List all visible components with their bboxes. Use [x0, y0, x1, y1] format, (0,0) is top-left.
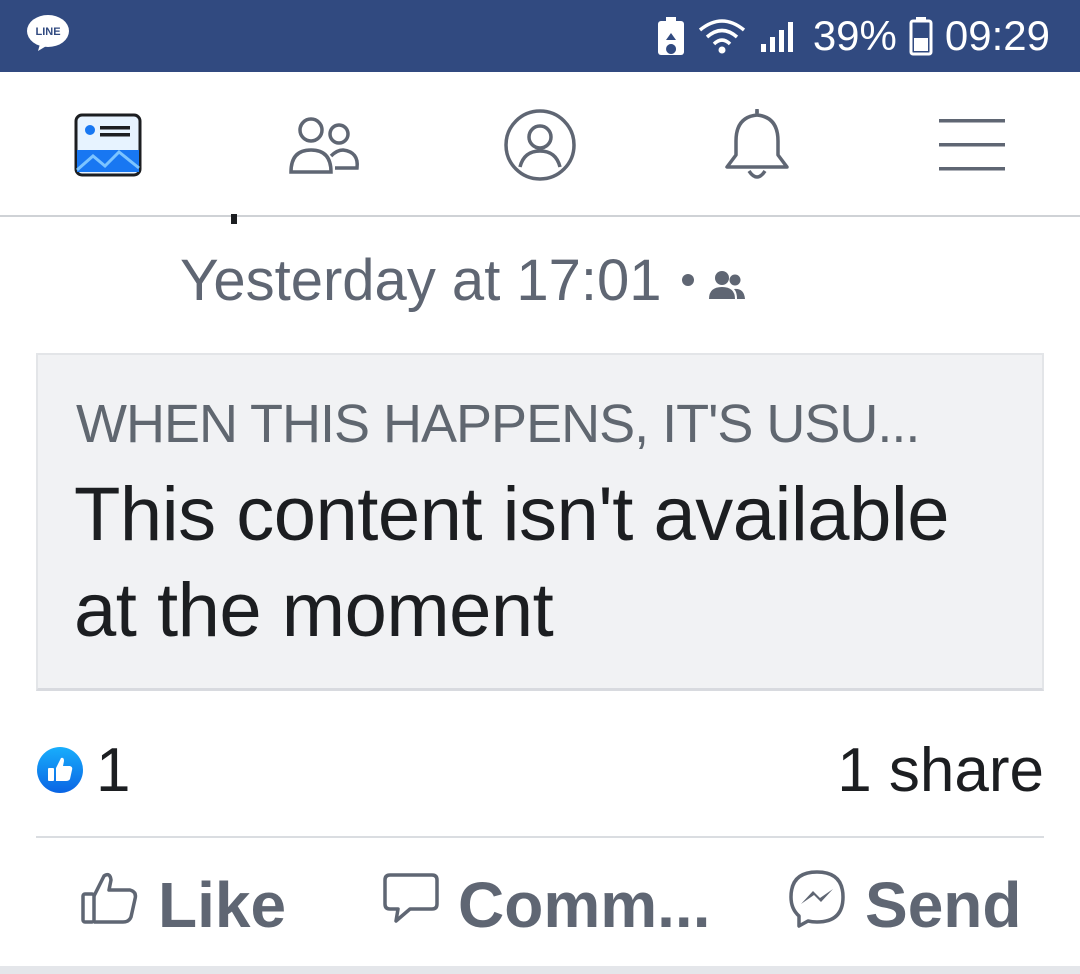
tab-menu[interactable]: [927, 102, 1017, 192]
battery-saver-icon: [657, 16, 685, 56]
profile-icon: [502, 107, 578, 188]
menu-icon: [939, 117, 1005, 178]
post-timestamp[interactable]: Yesterday at 17:01: [180, 247, 662, 314]
wifi-icon: [697, 18, 747, 54]
like-count[interactable]: 1: [96, 736, 130, 806]
battery-icon: [909, 16, 933, 56]
comment-label: Comm...: [458, 869, 711, 941]
status-indicators: 39% 09:29: [657, 0, 1050, 72]
comment-bubble-icon: [382, 868, 440, 942]
reactions-summary: 1 1 share: [36, 736, 1044, 806]
battery-percent: 39%: [812, 12, 897, 59]
send-label: Send: [865, 869, 1022, 941]
notifications-icon: [722, 107, 792, 188]
tab-friends[interactable]: [278, 102, 368, 192]
friends-audience-icon[interactable]: [708, 247, 746, 314]
attachment-title: This content isn't available at the mome…: [74, 472, 950, 653]
cropped-author-text: [231, 214, 237, 224]
unavailable-attachment-card[interactable]: WHEN THIS HAPPENS, IT'S USU... This cont…: [36, 353, 1044, 691]
tab-notifications[interactable]: [712, 102, 802, 192]
share-count[interactable]: 1 share: [837, 736, 1044, 806]
post-action-bar: Like Comm... Send: [0, 850, 1080, 960]
tab-news-feed[interactable]: [63, 102, 153, 192]
clock: 09:29: [944, 12, 1050, 59]
cellular-signal-icon: [759, 18, 801, 54]
comment-button[interactable]: Comm...: [382, 850, 710, 960]
like-label: Like: [158, 869, 287, 941]
attachment-kicker: WHEN THIS HAPPENS, IT'S USU...: [76, 394, 920, 454]
meta-separator: [681, 274, 694, 286]
news-feed-icon: [73, 110, 143, 185]
messenger-icon: [787, 868, 847, 943]
divider: [36, 836, 1044, 838]
like-button[interactable]: Like: [80, 850, 286, 960]
feed-separator: [0, 966, 1080, 974]
line-app-icon: LINE: [26, 14, 70, 52]
svg-text:LINE: LINE: [35, 26, 60, 38]
top-navigation: [0, 72, 1080, 217]
send-button[interactable]: Send: [787, 850, 1021, 960]
status-bar: LINE 39% 09:29: [0, 0, 1080, 72]
friends-icon: [283, 112, 363, 183]
post-meta: Yesterday at 17:01: [180, 240, 746, 320]
thumbs-up-icon: [80, 868, 140, 943]
tab-profile[interactable]: [495, 102, 585, 192]
like-reaction-icon[interactable]: [36, 746, 84, 794]
